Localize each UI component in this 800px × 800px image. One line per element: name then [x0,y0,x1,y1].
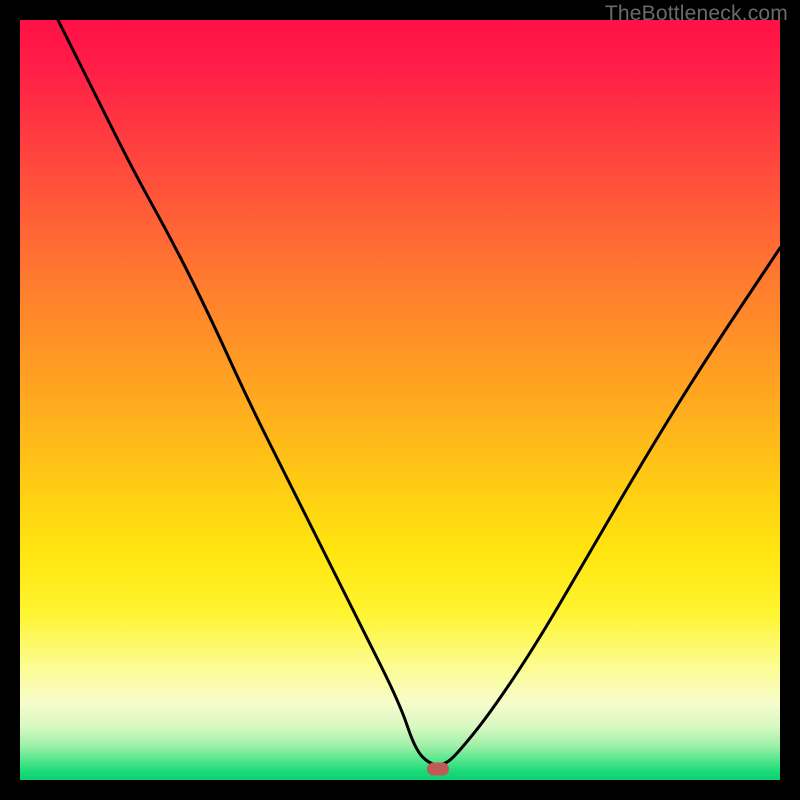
bottleneck-curve-path [58,20,780,765]
watermark-text: TheBottleneck.com [605,2,788,26]
optimum-marker [427,762,449,775]
curve-svg [20,20,780,780]
plot-area [20,20,780,780]
chart-frame: TheBottleneck.com [0,0,800,800]
